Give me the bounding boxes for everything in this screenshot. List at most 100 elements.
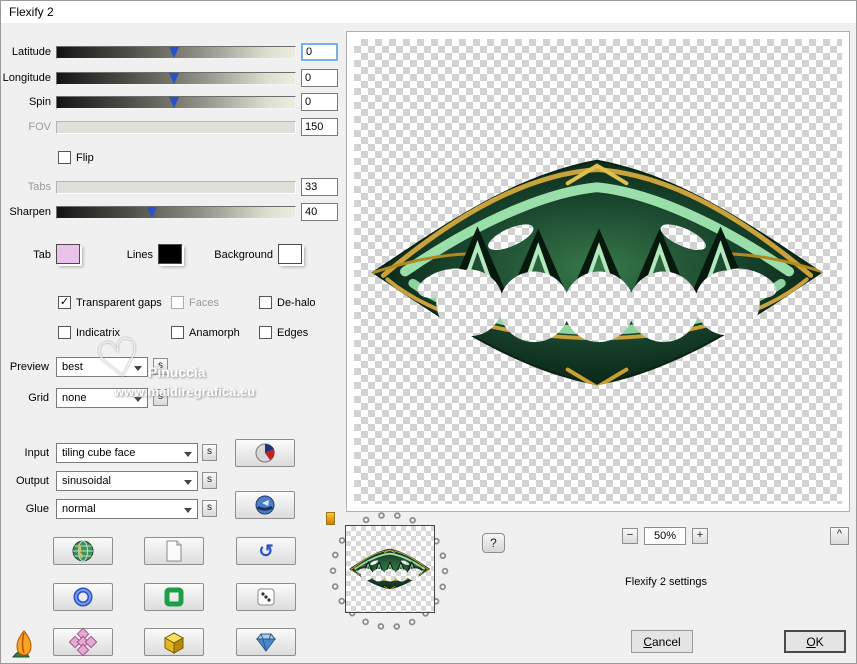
- tabs-value-input[interactable]: [301, 178, 338, 196]
- tab-color-label: Tab: [33, 249, 51, 261]
- chevron-down-icon: [134, 366, 142, 371]
- preview-image: [354, 39, 844, 506]
- spin-value-input[interactable]: [301, 93, 338, 111]
- output-random-label: s: [207, 474, 212, 485]
- lines-color-label: Lines: [126, 249, 153, 261]
- help-button[interactable]: ?: [482, 533, 505, 553]
- output-dropdown-value: sinusoidal: [62, 475, 111, 487]
- input-dropdown[interactable]: tiling cube face: [56, 443, 198, 463]
- glue-random-button[interactable]: s: [202, 500, 217, 517]
- grid-dropdown-value: none: [62, 392, 87, 404]
- faces-checkbox: [171, 296, 184, 309]
- latitude-slider-handle[interactable]: [168, 47, 179, 58]
- pink-cross-icon: [69, 628, 97, 656]
- transparent-gaps-checkbox[interactable]: ✓: [58, 296, 71, 309]
- settings-menu[interactable]: Flexify 2 settings: [601, 576, 731, 588]
- input-random-label: s: [207, 446, 212, 457]
- frame-mode-button[interactable]: [144, 583, 204, 611]
- longitude-slider-handle[interactable]: [168, 73, 179, 84]
- chevron-down-icon: [184, 508, 192, 513]
- apply-sphere-button[interactable]: [235, 491, 295, 519]
- output-random-button[interactable]: s: [202, 472, 217, 489]
- chevron-down-icon: [184, 452, 192, 457]
- load-image-button[interactable]: [53, 537, 113, 565]
- flexify-dialog: Flexify 2 Latitude Longitude Spin FOV Fl…: [0, 0, 857, 664]
- longitude-slider[interactable]: [56, 72, 296, 85]
- collapse-button[interactable]: ^: [830, 527, 849, 545]
- undo-icon: ↺: [258, 541, 274, 561]
- tabs-slider: [56, 181, 296, 194]
- caret-up-icon: ^: [836, 528, 843, 540]
- spin-slider[interactable]: [56, 96, 296, 109]
- ring-icon: [73, 587, 93, 607]
- minus-icon: −: [626, 529, 634, 541]
- fov-slider: [56, 121, 296, 134]
- edges-label: Edges: [277, 327, 309, 339]
- latitude-label: Latitude: [11, 46, 51, 58]
- lines-color-swatch[interactable]: [158, 244, 182, 264]
- output-dropdown[interactable]: sinusoidal: [56, 471, 198, 491]
- tulip-icon[interactable]: [7, 627, 43, 659]
- ok-initial: O: [806, 635, 816, 649]
- sharpen-label: Sharpen: [9, 206, 51, 218]
- paper-icon: [166, 540, 182, 562]
- glue-dropdown-value: normal: [62, 503, 96, 515]
- cancel-button[interactable]: Cancel: [631, 630, 693, 653]
- latitude-slider[interactable]: [56, 46, 296, 59]
- green-square-icon: [164, 587, 184, 607]
- preview-canvas[interactable]: [354, 39, 842, 504]
- anamorph-label: Anamorph: [189, 327, 240, 339]
- sphere-red-icon: [255, 443, 275, 463]
- gem-button[interactable]: [236, 628, 296, 656]
- sharpen-slider-handle[interactable]: [147, 207, 158, 218]
- make-cube-face-button[interactable]: [235, 439, 295, 467]
- zoom-in-button[interactable]: +: [692, 528, 708, 544]
- indicatrix-checkbox[interactable]: [58, 326, 71, 339]
- transparent-gaps-label: Transparent gaps: [76, 297, 162, 309]
- input-dropdown-label: Input: [24, 447, 49, 459]
- preview-random-button[interactable]: s: [153, 358, 168, 375]
- randomize-button[interactable]: [236, 583, 296, 611]
- preview-dropdown-label: Preview: [9, 361, 49, 373]
- thumbnail-preview[interactable]: [345, 525, 435, 613]
- undo-button[interactable]: ↺: [236, 537, 296, 565]
- ring-mode-button[interactable]: [53, 583, 113, 611]
- gift-button[interactable]: [144, 628, 204, 656]
- sharpen-value-input[interactable]: [301, 203, 338, 221]
- latitude-value-input[interactable]: [301, 43, 338, 61]
- check-icon: ✓: [59, 296, 70, 308]
- input-dropdown-value: tiling cube face: [62, 447, 136, 459]
- thumbnail-image: [346, 526, 434, 612]
- flip-checkbox[interactable]: [58, 151, 71, 164]
- fov-value-input[interactable]: [301, 118, 338, 136]
- cancel-rest: ancel: [651, 635, 681, 649]
- tab-color-swatch[interactable]: [56, 244, 80, 264]
- plus-icon: +: [696, 529, 704, 541]
- glue-dropdown[interactable]: normal: [56, 499, 198, 519]
- preview-dropdown[interactable]: best: [56, 357, 148, 377]
- grid-random-button[interactable]: s: [153, 389, 168, 406]
- blue-diamond-icon: [255, 633, 277, 652]
- input-random-button[interactable]: s: [202, 444, 217, 461]
- grid-dropdown[interactable]: none: [56, 388, 148, 408]
- flip-label: Flip: [76, 152, 94, 164]
- background-color-label: Background: [214, 249, 273, 261]
- copy-settings-button[interactable]: [144, 537, 204, 565]
- spin-slider-handle[interactable]: [168, 97, 179, 108]
- ok-button[interactable]: OK: [784, 630, 846, 653]
- indicatrix-label: Indicatrix: [76, 327, 121, 339]
- sharpen-slider[interactable]: [56, 206, 296, 219]
- background-color-swatch[interactable]: [278, 244, 302, 264]
- zoom-out-button[interactable]: −: [622, 528, 638, 544]
- preview-random-label: s: [158, 360, 163, 371]
- glue-random-label: s: [207, 502, 212, 513]
- help-label: ?: [490, 536, 497, 550]
- spin-label: Spin: [28, 96, 51, 108]
- preview-dropdown-value: best: [62, 361, 83, 373]
- sphere-blue-icon: [255, 495, 275, 515]
- longitude-value-input[interactable]: [301, 69, 338, 87]
- flower-pattern-button[interactable]: [53, 628, 113, 656]
- anamorph-checkbox[interactable]: [171, 326, 184, 339]
- edges-checkbox[interactable]: [259, 326, 272, 339]
- de-halo-checkbox[interactable]: [259, 296, 272, 309]
